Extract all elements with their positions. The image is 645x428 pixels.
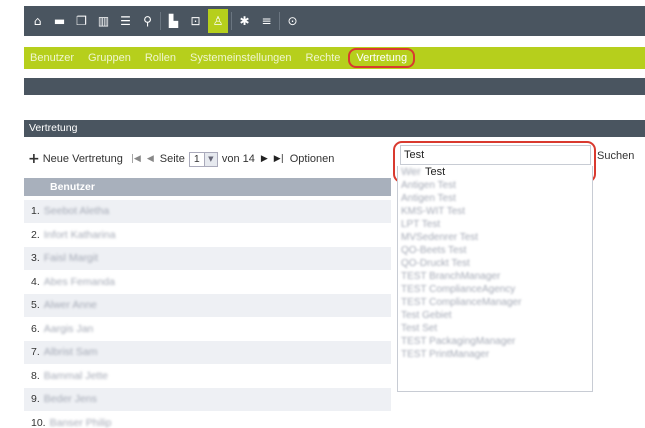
suggestion-item[interactable]: QO-Beets Test	[398, 244, 592, 257]
user-name[interactable]: Abes Femanda	[44, 276, 115, 288]
table-row[interactable]: 7. Albrist Sam	[24, 341, 391, 364]
pager-toolbar: + Neue Vertretung |◀ ◀ Seite 1 ▼ von 14 …	[28, 150, 334, 168]
row-number: 2.	[31, 228, 40, 241]
page-count-label: von 14	[221, 153, 255, 165]
user-name[interactable]: Seebot Aletha	[44, 205, 109, 217]
page-label: Seite	[159, 153, 185, 165]
row-number: 4.	[31, 275, 40, 288]
page-select[interactable]: 1 ▼	[188, 151, 218, 167]
suggestion-item[interactable]: Antigen Test	[398, 192, 592, 205]
admin-menubar: Benutzer Gruppen Rollen Systemeinstellungen…	[24, 47, 645, 69]
menu-item-gruppen[interactable]: Gruppen	[88, 52, 131, 64]
server-icon[interactable]: ≡	[257, 12, 276, 31]
row-number: 10.	[31, 416, 46, 428]
list-icon[interactable]: ☰	[116, 12, 135, 31]
suggestion-item[interactable]: Wer Test	[398, 166, 592, 179]
search-button[interactable]: Suchen	[597, 150, 634, 162]
home-icon[interactable]: ⌂	[28, 12, 47, 31]
document-icon[interactable]: ❐	[72, 12, 91, 31]
suggestion-item[interactable]: MVSedenrer Test	[398, 231, 592, 244]
suggestion-item[interactable]: TEST ComplianceManager	[398, 296, 592, 309]
menu-item-rechte[interactable]: Rechte	[306, 52, 341, 64]
table-row[interactable]: 1. Seebot Aletha	[24, 200, 391, 223]
chevron-down-icon[interactable]: ▼	[203, 152, 217, 166]
row-number: 5.	[31, 299, 40, 311]
suggestion-item[interactable]: Antigen Test	[398, 179, 592, 192]
options-button[interactable]: Optionen	[290, 153, 335, 165]
table-row[interactable]: 4. Abes Femanda	[24, 271, 391, 294]
plus-icon[interactable]: +	[28, 151, 40, 167]
folder-icon[interactable]: ▬	[50, 12, 69, 31]
row-number: 9.	[31, 393, 40, 405]
suggestion-item[interactable]: LPT Test	[398, 218, 592, 231]
suggestion-item[interactable]: Test Set	[398, 322, 592, 335]
table-row[interactable]: 8. Bammal Jette	[24, 365, 391, 388]
row-number: 6.	[31, 322, 40, 335]
suggestion-item[interactable]: TEST ComplianceAgency	[398, 283, 592, 296]
toolbar-separator	[231, 12, 232, 30]
user-icon[interactable]: ♙	[208, 9, 228, 33]
table-row[interactable]: 3. Faisl Margit	[24, 247, 391, 270]
user-name[interactable]: Infort Katharina	[44, 229, 116, 241]
suggestion-text: Test	[424, 166, 446, 178]
books-icon[interactable]: ▥	[94, 12, 113, 31]
table-row[interactable]: 2. Infort Katharina	[24, 224, 391, 247]
menu-item-rollen[interactable]: Rollen	[145, 52, 176, 64]
table-row[interactable]: 9. Beder Jens	[24, 388, 391, 411]
table-row[interactable]: 6. Aargis Jan	[24, 318, 391, 341]
user-name[interactable]: Bammal Jette	[44, 370, 108, 382]
suggestion-item[interactable]: TEST PrintManager	[398, 348, 592, 361]
menu-item-benutzer[interactable]: Benutzer	[30, 52, 74, 64]
last-page-icon[interactable]: ▶|	[274, 154, 284, 164]
suggestion-item[interactable]: TEST PackagingManager	[398, 335, 592, 348]
suggestion-item[interactable]: TEST BranchManager	[398, 270, 592, 283]
user-name[interactable]: Banser Philip	[50, 417, 112, 428]
row-number: 1.	[31, 205, 40, 217]
row-number: 7.	[31, 346, 40, 358]
users-column-header[interactable]: Benutzer	[24, 178, 391, 196]
menu-item-vertretung[interactable]: Vertretung	[348, 48, 416, 68]
suggestion-item[interactable]: Test Gebiet	[398, 309, 592, 322]
clipboard-icon[interactable]: ⊡	[186, 12, 205, 31]
page-select-value: 1	[193, 153, 200, 165]
prev-page-icon[interactable]: ◀	[147, 154, 154, 164]
row-number: 3.	[31, 252, 40, 264]
search-suggestions: Wer Test Antigen Test Antigen Test KMS-WIT T…	[397, 166, 593, 392]
help-icon[interactable]: ⊙	[283, 12, 302, 31]
suggestion-item[interactable]: QO-Druckt Test	[398, 257, 592, 270]
table-row[interactable]: 10. Banser Philip	[24, 412, 391, 428]
user-name[interactable]: Beder Jens	[44, 393, 97, 405]
new-substitution-button[interactable]: Neue Vertretung	[43, 153, 123, 165]
toolbar-separator	[279, 12, 280, 30]
toolbar-separator	[160, 12, 161, 30]
suggestion-item[interactable]: KMS-WIT Test	[398, 205, 592, 218]
menu-item-systemeinstellungen[interactable]: Systemeinstellungen	[190, 52, 292, 64]
table-row[interactable]: 5. Alwer Anne	[24, 294, 391, 317]
suggestion-prefix: Wer	[401, 166, 421, 178]
user-name[interactable]: Faisl Margit	[44, 252, 98, 264]
first-page-icon[interactable]: |◀	[131, 154, 141, 164]
search-icon[interactable]: ⚲	[138, 12, 157, 31]
search-input[interactable]	[400, 145, 591, 165]
user-name[interactable]: Aargis Jan	[44, 323, 94, 335]
row-number: 8.	[31, 369, 40, 382]
sub-header-bar	[24, 78, 645, 95]
user-name[interactable]: Albrist Sam	[44, 346, 98, 358]
main-toolbar: ⌂ ▬ ❐ ▥ ☰ ⚲ ▙ ⊡ ♙ ✱ ≡ ⊙	[24, 6, 645, 36]
gear-icon[interactable]: ✱	[235, 12, 254, 31]
chart-icon[interactable]: ▙	[164, 12, 183, 31]
user-name[interactable]: Alwer Anne	[44, 299, 97, 311]
next-page-icon[interactable]: ▶	[261, 154, 268, 164]
panel-title: Vertretung	[24, 120, 645, 137]
